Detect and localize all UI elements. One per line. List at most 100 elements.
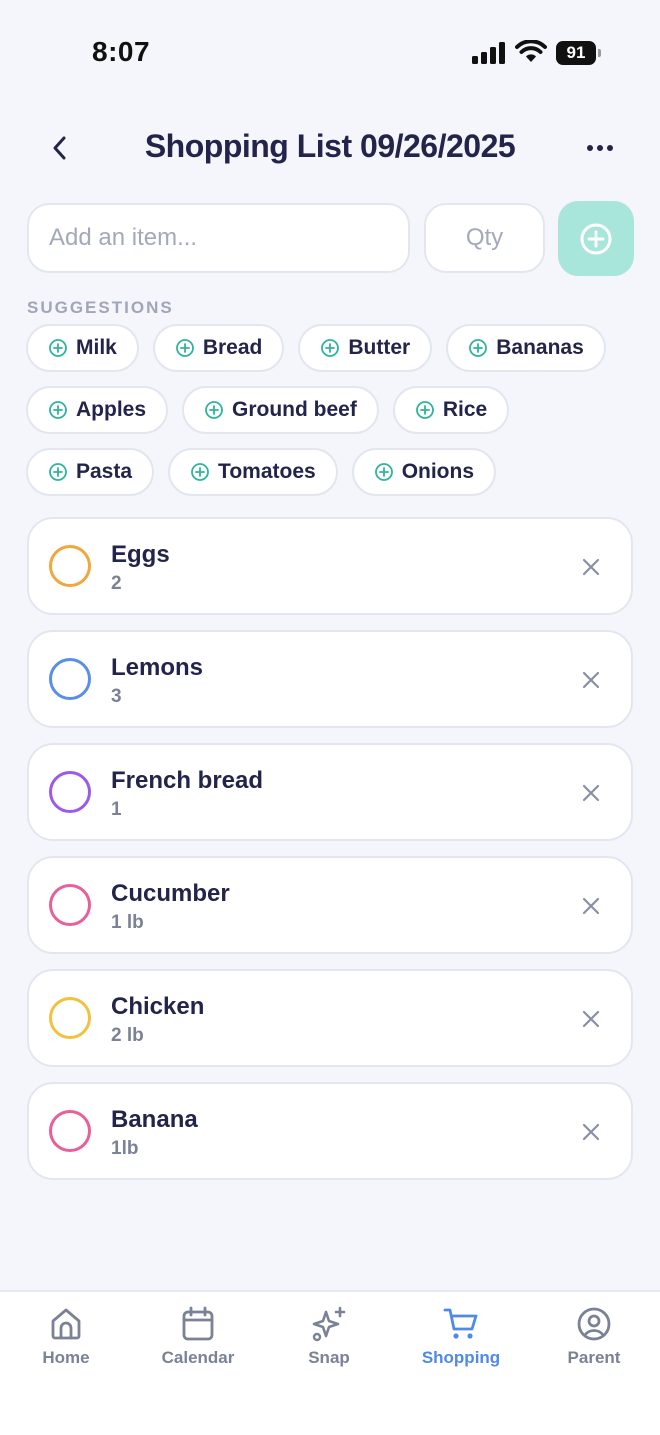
checkbox-circle[interactable] bbox=[49, 658, 91, 700]
checkbox-circle[interactable] bbox=[49, 545, 91, 587]
item-name: Chicken bbox=[111, 993, 205, 1020]
plus-circle-icon bbox=[49, 401, 67, 419]
item-name: Banana bbox=[111, 1106, 198, 1133]
close-icon bbox=[582, 897, 600, 915]
nav-label: Calendar bbox=[161, 1348, 235, 1367]
signal-icon bbox=[472, 42, 505, 64]
close-icon bbox=[582, 671, 600, 689]
suggestion-chip[interactable]: Ground beef bbox=[182, 386, 379, 434]
list-item: French bread 1 bbox=[27, 743, 633, 841]
item-quantity: 2 lb bbox=[111, 1025, 144, 1046]
suggestion-chip-label: Pasta bbox=[76, 460, 133, 483]
header: Shopping List 09/26/2025 bbox=[0, 118, 660, 178]
suggestion-chip-label: Bananas bbox=[496, 336, 584, 359]
quantity-input[interactable] bbox=[424, 203, 545, 273]
battery-indicator: 91 bbox=[556, 41, 602, 65]
nav-label: Home bbox=[42, 1348, 90, 1367]
plus-circle-icon bbox=[469, 339, 488, 357]
close-icon bbox=[582, 1123, 600, 1141]
suggestion-chip-label: Rice bbox=[442, 398, 488, 421]
plus-circle-icon bbox=[374, 463, 393, 481]
plus-circle-icon bbox=[191, 463, 209, 481]
checkbox-circle[interactable] bbox=[49, 997, 91, 1039]
remove-item-button[interactable] bbox=[577, 1118, 605, 1146]
cart-icon bbox=[443, 1308, 478, 1339]
remove-item-button[interactable] bbox=[577, 892, 605, 920]
checkbox-circle[interactable] bbox=[49, 1110, 91, 1152]
nav-shopping[interactable]: Shopping bbox=[396, 1306, 526, 1376]
suggestion-chip[interactable]: Bananas bbox=[446, 324, 606, 372]
item-quantity: 2 bbox=[111, 573, 122, 594]
suggestion-chip[interactable]: Rice bbox=[392, 386, 510, 434]
shopping-list: Eggs 2 Lemons 3 French bread 1 Cucumber 1 lb Chi… bbox=[27, 517, 633, 1195]
user-circle-icon bbox=[577, 1307, 611, 1341]
page-title: Shopping List 09/26/2025 bbox=[144, 128, 516, 164]
suggestion-chip-label: Tomatoes bbox=[218, 460, 316, 483]
bottom-nav: Home Calendar Snap Shopping Parent bbox=[0, 1290, 660, 1435]
close-icon bbox=[582, 1010, 600, 1028]
list-item: Cucumber 1 lb bbox=[27, 856, 633, 954]
calendar-icon bbox=[182, 1306, 214, 1341]
nav-home[interactable]: Home bbox=[1, 1306, 131, 1376]
nav-calendar[interactable]: Calendar bbox=[133, 1306, 263, 1376]
suggestion-chips: Milk Bread Butter Bananas Apples Ground beef R… bbox=[26, 324, 636, 496]
home-icon bbox=[51, 1308, 81, 1340]
list-item: Eggs 2 bbox=[27, 517, 633, 615]
plus-circle-icon bbox=[49, 339, 67, 357]
suggestion-chip-label: Milk bbox=[76, 336, 117, 359]
item-quantity: 1 lb bbox=[111, 912, 144, 933]
remove-item-button[interactable] bbox=[577, 779, 605, 807]
nav-label: Shopping bbox=[421, 1348, 501, 1367]
list-item: Chicken 2 lb bbox=[27, 969, 633, 1067]
suggestion-chip[interactable]: Onions bbox=[351, 448, 497, 496]
close-icon bbox=[582, 784, 600, 802]
add-item-button[interactable] bbox=[558, 201, 634, 276]
add-item-input[interactable] bbox=[27, 203, 410, 273]
suggestion-chip-label: Ground beef bbox=[232, 398, 357, 421]
plus-circle-icon bbox=[321, 339, 340, 357]
plus-circle-icon bbox=[205, 401, 223, 419]
item-quantity: 1lb bbox=[111, 1138, 139, 1159]
nav-label: Parent bbox=[567, 1348, 621, 1367]
remove-item-button[interactable] bbox=[577, 1005, 605, 1033]
suggestion-chip-label: Butter bbox=[348, 336, 411, 359]
status-bar: 8:07 91 bbox=[0, 0, 660, 100]
item-name: Cucumber bbox=[111, 880, 230, 907]
nav-label: Snap bbox=[308, 1348, 350, 1367]
suggestion-chip[interactable]: Bread bbox=[152, 324, 285, 372]
remove-item-button[interactable] bbox=[577, 553, 605, 581]
item-name: French bread bbox=[111, 767, 264, 794]
suggestions-label: SUGGESTIONS bbox=[27, 298, 174, 317]
checkbox-circle[interactable] bbox=[49, 771, 91, 813]
plus-circle-icon bbox=[415, 401, 434, 419]
suggestion-chip[interactable]: Apples bbox=[26, 386, 169, 434]
status-time: 8:07 bbox=[92, 36, 151, 67]
more-horizontal-icon bbox=[587, 145, 613, 151]
suggestion-chip[interactable]: Pasta bbox=[26, 448, 155, 496]
suggestion-chip[interactable]: Milk bbox=[26, 324, 139, 372]
item-quantity: 1 bbox=[111, 799, 122, 820]
nav-parent[interactable]: Parent bbox=[529, 1306, 659, 1376]
more-options-button[interactable] bbox=[580, 128, 620, 168]
plus-circle-icon bbox=[580, 223, 612, 254]
battery-level: 91 bbox=[556, 41, 596, 65]
item-name: Eggs bbox=[111, 541, 170, 568]
sparkles-icon bbox=[312, 1306, 346, 1342]
suggestion-chip-label: Apples bbox=[76, 398, 147, 421]
battery-cap bbox=[598, 49, 601, 57]
remove-item-button[interactable] bbox=[577, 666, 605, 694]
nav-snap[interactable]: Snap bbox=[264, 1306, 394, 1376]
checkbox-circle[interactable] bbox=[49, 884, 91, 926]
close-icon bbox=[582, 558, 600, 576]
list-item: Banana 1lb bbox=[27, 1082, 633, 1180]
plus-circle-icon bbox=[49, 463, 67, 481]
item-name: Lemons bbox=[111, 654, 204, 681]
item-quantity: 3 bbox=[111, 686, 122, 707]
suggestion-chip[interactable]: Butter bbox=[298, 324, 433, 372]
suggestion-chip-label: Onions bbox=[401, 460, 475, 483]
wifi-icon bbox=[515, 40, 547, 62]
list-item: Lemons 3 bbox=[27, 630, 633, 728]
suggestion-chip-label: Bread bbox=[202, 336, 263, 359]
plus-circle-icon bbox=[175, 339, 194, 357]
suggestion-chip[interactable]: Tomatoes bbox=[168, 448, 338, 496]
